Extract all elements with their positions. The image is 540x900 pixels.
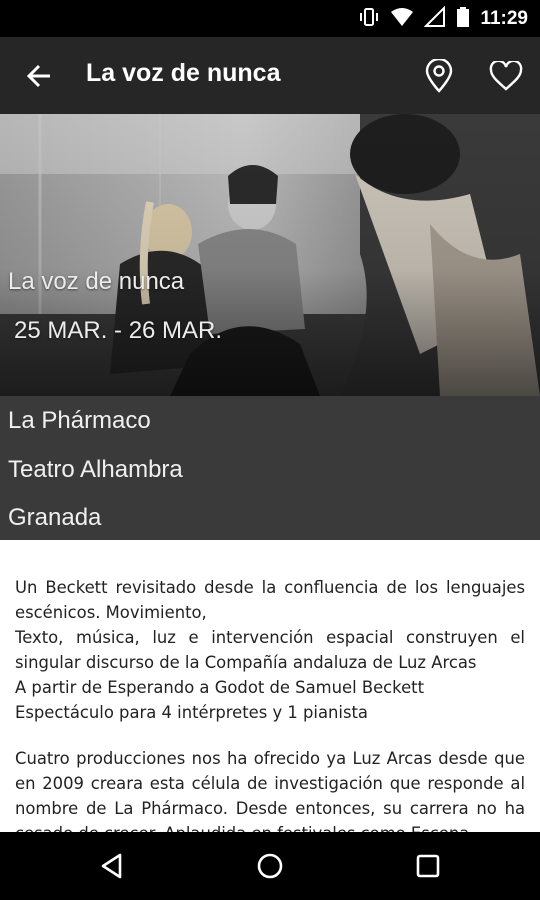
- hero-event-dates: 25 MAR. - 26 MAR.: [14, 317, 223, 344]
- signal-icon: [424, 5, 446, 32]
- vibrate-icon: [358, 6, 380, 32]
- battery-icon: [456, 6, 470, 32]
- event-description: Un Beckett revisitado desde la confluenc…: [0, 540, 540, 832]
- event-info-panel: La Phármaco Teatro Alhambra Granada: [0, 396, 540, 540]
- recents-square-icon: [416, 854, 440, 878]
- company-name: La Phármaco: [8, 407, 151, 434]
- hero-event-title: La voz de nunca: [8, 268, 185, 295]
- description-paragraph-1: Un Beckett revisitado desde la confluenc…: [15, 575, 525, 725]
- venue-name: Teatro Alhambra: [8, 456, 183, 483]
- description-line: Texto, música, luz e intervención espaci…: [15, 628, 525, 672]
- favorite-button[interactable]: [483, 53, 529, 99]
- map-location-button[interactable]: [416, 53, 462, 99]
- description-line: A partir de Esperando a Godot de Samuel …: [15, 678, 425, 697]
- city-name: Granada: [8, 504, 102, 531]
- status-time: 11:29: [480, 7, 528, 29]
- app-bar: La voz de nunca: [0, 37, 540, 114]
- description-line: Espectáculo para 4 intérpretes y 1 piani…: [15, 703, 368, 722]
- description-line: Un Beckett revisitado desde la confluenc…: [15, 578, 525, 622]
- performance-photo: [0, 114, 540, 396]
- nav-recents-button[interactable]: [404, 842, 452, 890]
- event-hero-image: La voz de nunca 25 MAR. - 26 MAR.: [0, 114, 540, 396]
- navigation-bar: [0, 832, 540, 900]
- arrow-back-icon: [26, 64, 50, 88]
- nav-back-button[interactable]: [88, 842, 136, 890]
- map-pin-icon: [425, 59, 453, 93]
- description-paragraph-2: Cuatro producciones nos ha ofrecido ya L…: [15, 749, 525, 832]
- back-button[interactable]: [16, 53, 62, 99]
- heart-outline-icon: [489, 61, 523, 91]
- status-icons: 11:29: [358, 0, 528, 37]
- back-triangle-icon: [101, 853, 122, 879]
- page-title: La voz de nunca: [86, 59, 281, 87]
- nav-home-button[interactable]: [246, 842, 294, 890]
- home-circle-icon: [257, 853, 283, 879]
- wifi-icon: [390, 6, 414, 32]
- status-bar: 11:29: [0, 0, 540, 37]
